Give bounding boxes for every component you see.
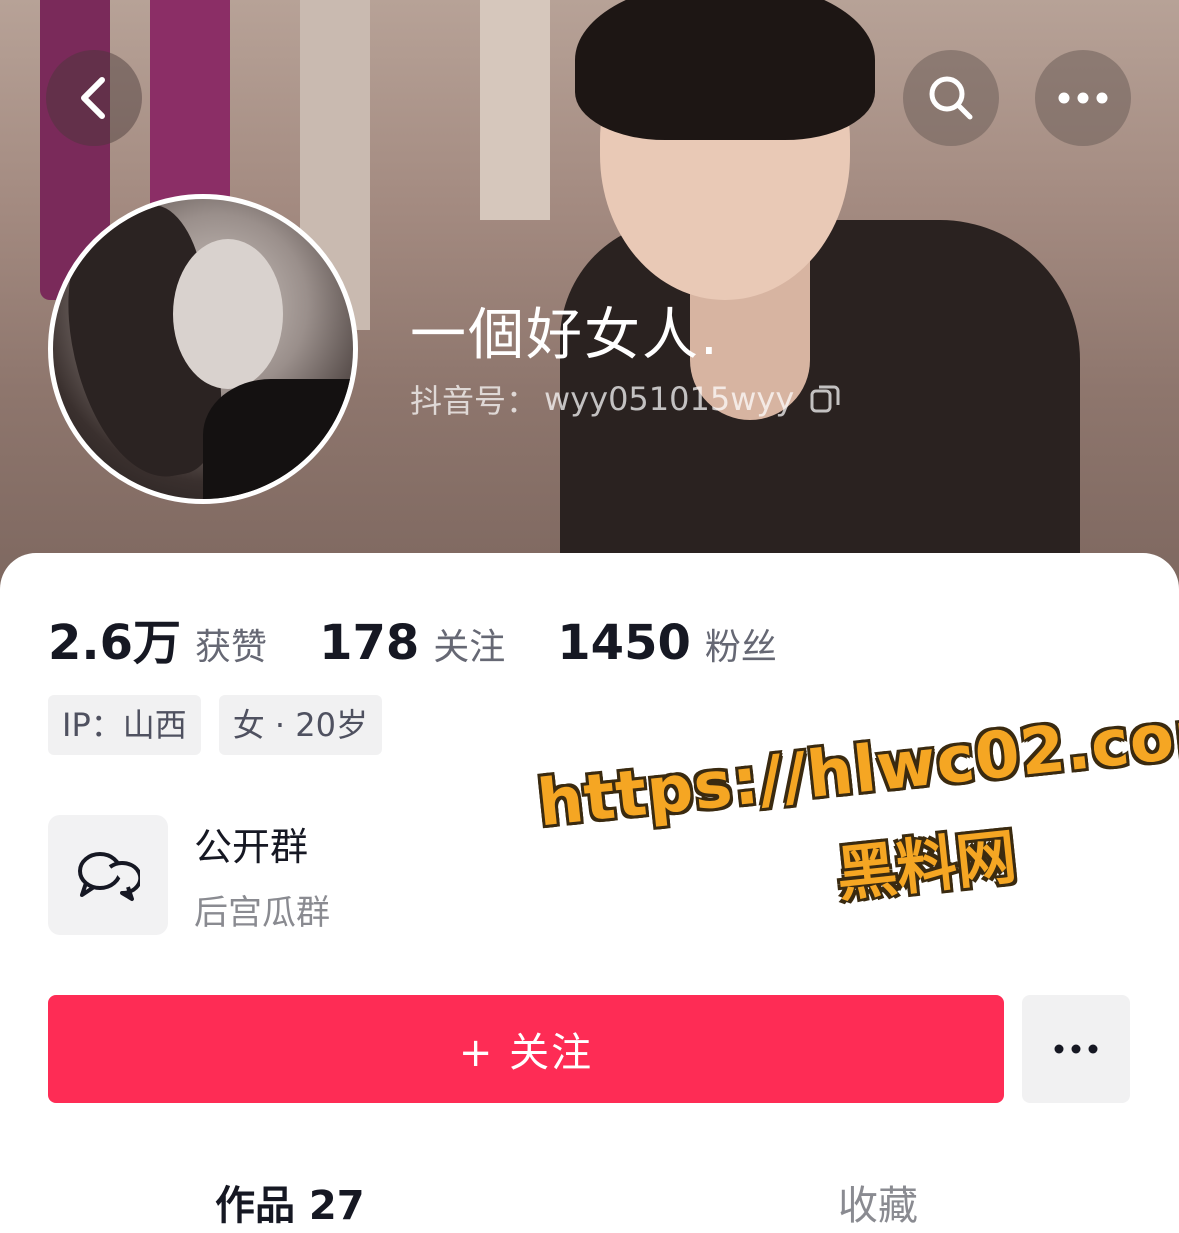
back-button[interactable] [46,50,142,146]
stat-followers[interactable]: 1450 粉丝 [557,615,777,671]
stat-value: 178 [319,615,420,671]
avatar-face [173,239,283,389]
chat-bubbles-icon [78,852,140,901]
search-icon [929,76,973,120]
search-button[interactable] [903,50,999,146]
watermark-overlay: https://hlwc02.com 黑料网 [530,663,1179,957]
avatar-shirt [203,379,353,499]
profile-card: 2.6万 获赞 178 关注 1450 粉丝 IP：山西 女 · 20岁 公开群… [0,553,1179,1229]
account-id-label: 抖音号： [410,382,539,420]
stat-value: 1450 [557,615,691,671]
stat-label: 粉丝 [704,627,777,668]
group-title: 公开群 [194,825,309,869]
stat-value: 2.6万 [48,615,182,671]
watermark-url: https://hlwc02.com [534,693,1179,842]
more-options-button[interactable] [1035,50,1131,146]
copy-icon[interactable] [810,383,840,415]
banner-decoration [480,0,550,220]
account-id-value: wyy051015wyy [544,380,795,418]
more-horizontal-icon [1054,1044,1098,1054]
more-actions-button[interactable] [1022,995,1130,1103]
avatar[interactable] [48,194,358,504]
display-name: 一個好女人. [410,303,720,368]
tab-works[interactable]: 作品 27 [215,1173,365,1231]
tab-favorites[interactable]: 收藏 [838,1173,918,1231]
watermark-site-name: 黑料网 [833,822,1020,911]
stats-row: 2.6万 获赞 178 关注 1450 粉丝 [48,603,829,673]
content-tabs: 作品 27 收藏 [0,1173,1179,1233]
stat-likes: 2.6万 获赞 [48,603,267,673]
banner-person [575,0,875,140]
stat-following[interactable]: 178 关注 [319,615,505,671]
more-horizontal-icon [1058,92,1108,104]
follow-button[interactable]: + 关注 [48,995,1004,1103]
group-icon-box [48,815,168,935]
tags-row: IP：山西 女 · 20岁 [48,695,382,755]
stat-label: 关注 [433,627,506,668]
gender-age-tag: 女 · 20岁 [218,695,382,755]
public-group-entry[interactable]: 公开群 后宫瓜群 [48,815,330,935]
ip-location-tag: IP：山西 [48,695,201,755]
group-text: 公开群 后宫瓜群 [194,816,330,934]
group-subtitle: 后宫瓜群 [194,893,330,933]
chevron-left-icon [81,77,105,119]
account-id-row[interactable]: 抖音号： wyy051015wyy [410,376,840,422]
stat-label: 获赞 [195,627,268,668]
